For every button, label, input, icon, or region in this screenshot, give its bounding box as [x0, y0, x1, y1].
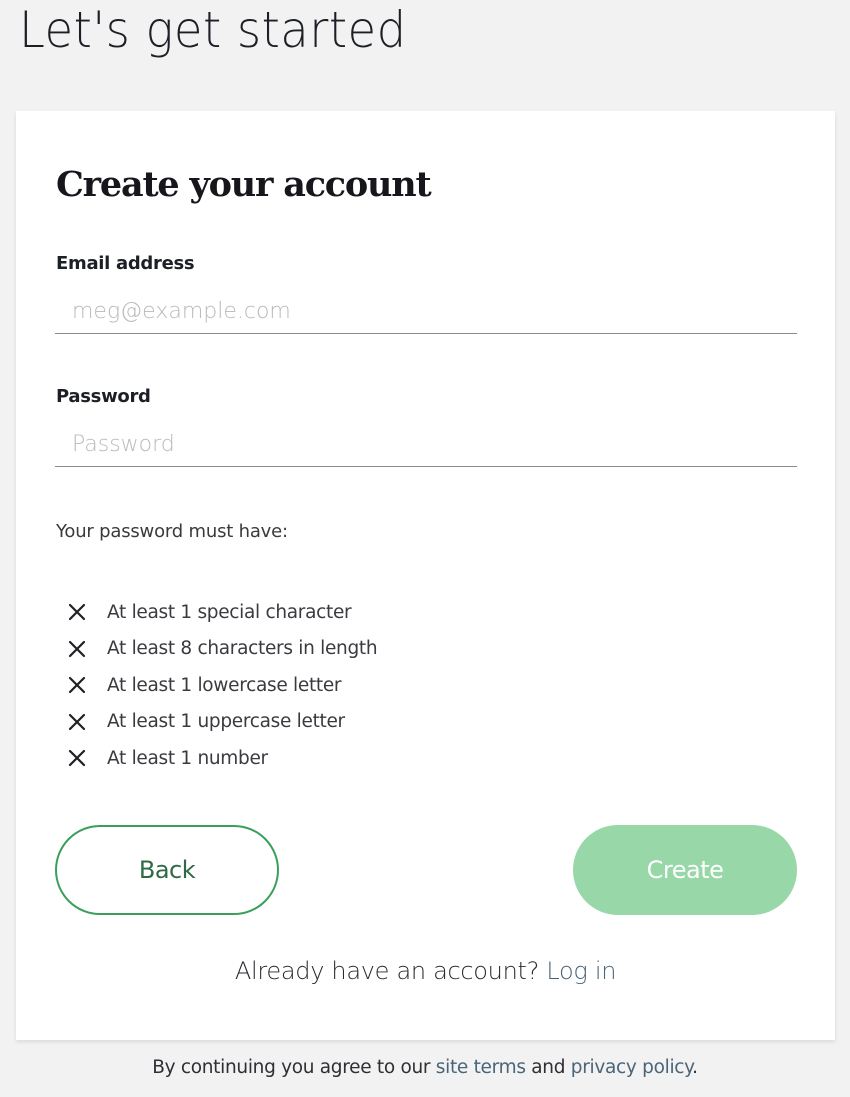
- requirement-text: At least 1 lowercase letter: [107, 674, 342, 696]
- legal-footer: By continuing you agree to our site term…: [0, 1057, 850, 1078]
- login-prompt-text: Already have an account?: [234, 957, 540, 985]
- password-requirements-intro: Your password must have:: [56, 521, 288, 542]
- requirement-item: At least 1 number: [64, 740, 377, 777]
- password-requirements-list: At least 1 special character At least 8 …: [64, 594, 378, 777]
- x-icon: [64, 709, 90, 735]
- card-title: Create your account: [56, 164, 432, 205]
- x-icon: [64, 636, 90, 662]
- log-in-link[interactable]: Log in: [546, 957, 616, 985]
- privacy-policy-link[interactable]: privacy policy: [571, 1057, 693, 1078]
- page-heading: Let's get started: [19, 1, 407, 59]
- create-button[interactable]: Create: [573, 825, 797, 915]
- requirement-text: At least 1 uppercase letter: [107, 711, 345, 733]
- site-terms-link[interactable]: site terms: [436, 1057, 526, 1078]
- email-input[interactable]: [55, 290, 797, 334]
- footer-conjunction: and: [531, 1057, 566, 1078]
- requirement-item: At least 1 lowercase letter: [64, 667, 377, 704]
- footer-suffix: .: [692, 1057, 698, 1078]
- requirement-text: At least 8 characters in length: [107, 638, 378, 660]
- requirement-item: At least 1 special character: [64, 594, 377, 631]
- x-icon: [64, 599, 90, 625]
- email-label: Email address: [56, 253, 195, 274]
- password-input[interactable]: [55, 423, 797, 467]
- signup-card: Create your account Email address Passwo…: [16, 111, 835, 1040]
- login-prompt: Already have an account? Log in: [16, 957, 835, 985]
- back-button[interactable]: Back: [55, 825, 279, 915]
- requirement-text: At least 1 special character: [107, 601, 352, 623]
- footer-prefix: By continuing you agree to our: [152, 1057, 431, 1078]
- x-icon: [64, 745, 90, 771]
- requirement-item: At least 1 uppercase letter: [64, 704, 377, 741]
- requirement-item: At least 8 characters in length: [64, 631, 378, 668]
- x-icon: [64, 672, 90, 698]
- password-label: Password: [56, 386, 151, 407]
- requirement-text: At least 1 number: [107, 747, 268, 769]
